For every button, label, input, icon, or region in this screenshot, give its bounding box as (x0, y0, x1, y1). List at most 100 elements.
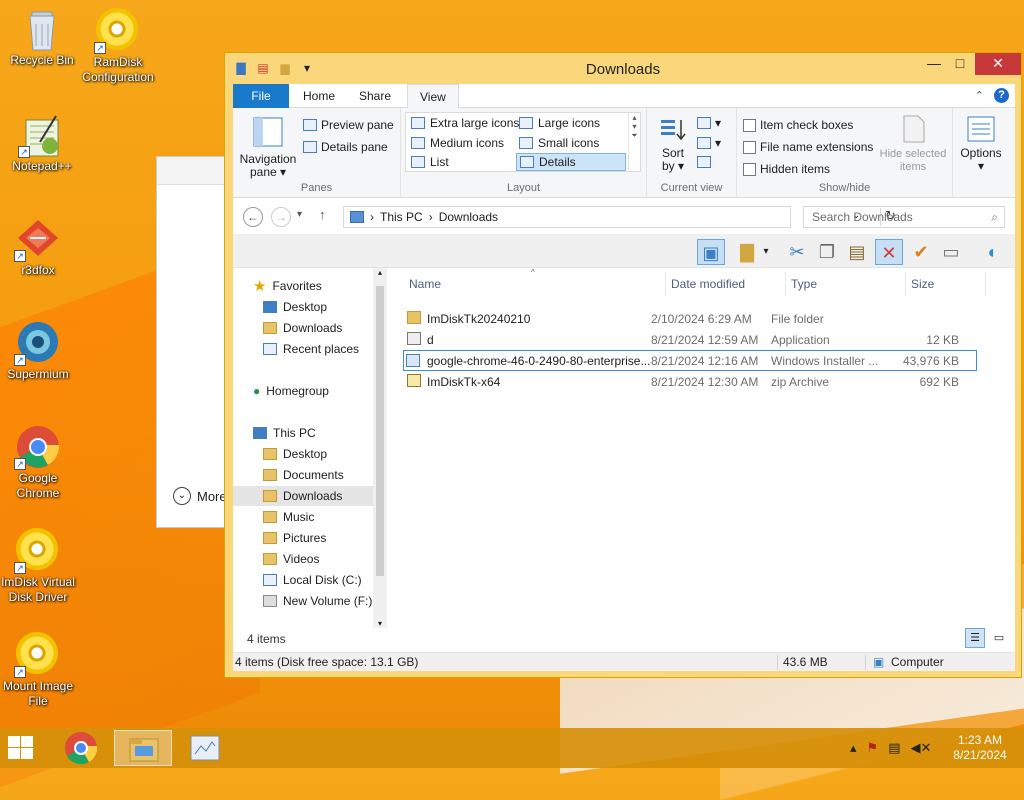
column-header-type[interactable]: Type (791, 277, 817, 291)
file-name-extensions-toggle[interactable]: File name extensions (743, 140, 873, 154)
search-input[interactable]: Search Downloads ⌕ (803, 206, 1005, 228)
scroll-up-icon[interactable]: ▴ (373, 268, 387, 277)
details-pane-button[interactable]: Details pane (303, 140, 388, 154)
layout-gallery-scroll[interactable]: ▴ ▾ ⏷ (628, 113, 640, 171)
desktop-icon-imdisk[interactable]: ↗ ImDisk Virtual Disk Driver (0, 528, 80, 605)
nav-favorites[interactable]: ★ Favorites (253, 276, 322, 296)
cut-button[interactable]: ✂ (783, 239, 811, 265)
folder-options-button[interactable]: ▇ (733, 239, 761, 265)
clock[interactable]: 1:23 AM 8/21/2024 (948, 733, 1012, 763)
nav-this-pc-new-volume[interactable]: New Volume (F:) (263, 591, 372, 611)
maximize-button[interactable]: □ (947, 53, 973, 75)
hidden-items-toggle[interactable]: Hidden items (743, 162, 830, 176)
scroll-down-icon[interactable]: ▾ (373, 619, 387, 628)
column-divider[interactable] (905, 272, 906, 296)
collapse-ribbon-icon[interactable]: ⌃ (975, 89, 984, 102)
file-row-selected[interactable]: google-chrome-46-0-2490-80-enterprise...… (403, 350, 977, 371)
help-icon[interactable]: ? (994, 88, 1009, 103)
forward-button[interactable]: → (271, 207, 291, 227)
taskbar-app[interactable] (176, 730, 234, 766)
nav-this-pc-desktop[interactable]: Desktop (263, 444, 327, 464)
column-header-name[interactable]: Name (409, 277, 441, 291)
desktop-icon-supermium[interactable]: ↗ Supermium (0, 320, 80, 382)
volume-muted-icon[interactable]: ◀✕ (910, 740, 931, 756)
more-button[interactable]: ⌄ More (173, 487, 227, 505)
layout-toggle-button[interactable]: ▣ (697, 239, 725, 265)
nav-favorites-downloads[interactable]: Downloads (263, 318, 342, 338)
desktop-icon-r3dfox[interactable]: ↗ r3dfox (0, 216, 80, 278)
nav-this-pc-music[interactable]: Music (263, 507, 314, 527)
taskbar-chrome[interactable] (52, 730, 110, 766)
copy-button[interactable]: ❐ (813, 239, 841, 265)
column-divider[interactable] (985, 272, 986, 296)
minimize-button[interactable]: — (921, 53, 947, 75)
nav-this-pc-videos[interactable]: Videos (263, 549, 319, 569)
title-bar[interactable]: ▇ ▤ ▆ ▾ Downloads — □ ✕ (225, 53, 1021, 83)
tab-share[interactable]: Share (347, 84, 403, 108)
explorer-window[interactable]: ▇ ▤ ▆ ▾ Downloads — □ ✕ File Home Share … (224, 52, 1022, 678)
layout-small-icons[interactable]: Small icons (516, 134, 599, 152)
breadcrumb-this-pc[interactable]: This PC (380, 210, 423, 224)
nav-this-pc-documents[interactable]: Documents (263, 465, 344, 485)
breadcrumb-downloads[interactable]: Downloads (439, 210, 498, 224)
nav-this-pc-pictures[interactable]: Pictures (263, 528, 326, 548)
nav-homegroup[interactable]: ● Homegroup (253, 381, 329, 401)
navigation-pane-button[interactable]: Navigation pane ▾ (237, 116, 299, 179)
desktop-icon-recycle-bin[interactable]: Recycle Bin (0, 6, 84, 68)
folder-options-dropdown[interactable]: ▾ (759, 239, 773, 265)
recent-locations-button[interactable]: ▾ (297, 209, 302, 220)
desktop-icon-mount-image[interactable]: ↗ Mount Image File (0, 632, 80, 709)
tab-view[interactable]: View (407, 84, 459, 109)
desktop-icon-google-chrome[interactable]: ↗ Google Chrome (0, 424, 80, 501)
size-columns-button[interactable] (697, 156, 711, 168)
file-row[interactable]: ImDiskTk20240210 2/10/2024 6:29 AM File … (405, 308, 977, 329)
group-by-button[interactable]: ▾ (697, 116, 721, 130)
network-icon[interactable]: ▤ (888, 740, 900, 756)
sort-by-button[interactable]: Sort by ▾ (653, 116, 693, 173)
details-view-button[interactable]: ☰ (965, 628, 985, 648)
tab-home[interactable]: Home (291, 84, 347, 108)
back-button[interactable]: ← (243, 207, 263, 227)
nav-this-pc[interactable]: This PC (253, 423, 316, 443)
nav-favorites-desktop[interactable]: Desktop (263, 297, 327, 317)
desktop-icon-ramdisk[interactable]: ↗ RamDisk Configuration (76, 8, 160, 85)
action-center-icon[interactable]: ⚑ (867, 740, 879, 756)
nav-this-pc-downloads[interactable]: Downloads (233, 486, 373, 506)
rename-button[interactable]: ▭ (937, 239, 965, 265)
add-columns-button[interactable]: ▾ (697, 136, 721, 150)
preview-pane-button[interactable]: Preview pane (303, 118, 394, 132)
hide-selected-items-button[interactable]: Hide selected items (877, 114, 949, 174)
taskbar-file-explorer[interactable] (114, 730, 172, 766)
start-button[interactable] (8, 736, 34, 760)
check-button[interactable]: ✔ (907, 239, 935, 265)
layout-medium-icons[interactable]: Medium icons (408, 134, 504, 152)
nav-favorites-recent-places[interactable]: Recent places (263, 339, 359, 359)
shell-button[interactable]: ◖ (977, 239, 1005, 265)
close-button[interactable]: ✕ (975, 53, 1021, 75)
paste-button[interactable]: ▤ (843, 239, 871, 265)
layout-list[interactable]: List (408, 153, 449, 171)
scroll-thumb[interactable] (376, 286, 384, 576)
file-row[interactable]: ImDiskTk-x64 8/21/2024 12:30 AM zip Arch… (405, 371, 977, 392)
layout-details[interactable]: Details (516, 153, 626, 171)
checkbox[interactable] (743, 162, 756, 176)
desktop-icon-notepadpp[interactable]: ↗ Notepad++ (0, 112, 84, 174)
up-button[interactable]: ↑ (319, 207, 326, 222)
options-button[interactable]: Options ▾ (955, 114, 1007, 173)
nav-this-pc-local-disk[interactable]: Local Disk (C:) (263, 570, 362, 590)
show-hidden-icons-icon[interactable]: ▴ (850, 740, 857, 756)
address-bar[interactable]: › This PC › Downloads ⌄ ↻ (343, 206, 896, 228)
delete-button[interactable]: ✕ (875, 239, 903, 265)
column-header-size[interactable]: Size (911, 277, 934, 291)
item-check-boxes-toggle[interactable]: Item check boxes (743, 118, 853, 132)
column-header-date[interactable]: Date modified (671, 277, 745, 291)
checkbox[interactable] (743, 140, 756, 154)
large-icons-view-button[interactable]: ▭ (989, 628, 1009, 648)
nav-pane-scrollbar[interactable]: ▴ ▾ (373, 268, 387, 628)
column-divider[interactable] (785, 272, 786, 296)
column-divider[interactable] (665, 272, 666, 296)
tab-file[interactable]: File (233, 84, 289, 108)
checkbox[interactable] (743, 118, 756, 132)
layout-large-icons[interactable]: Large icons (516, 114, 600, 132)
file-row[interactable]: d 8/21/2024 12:59 AM Application 12 KB (405, 329, 977, 350)
